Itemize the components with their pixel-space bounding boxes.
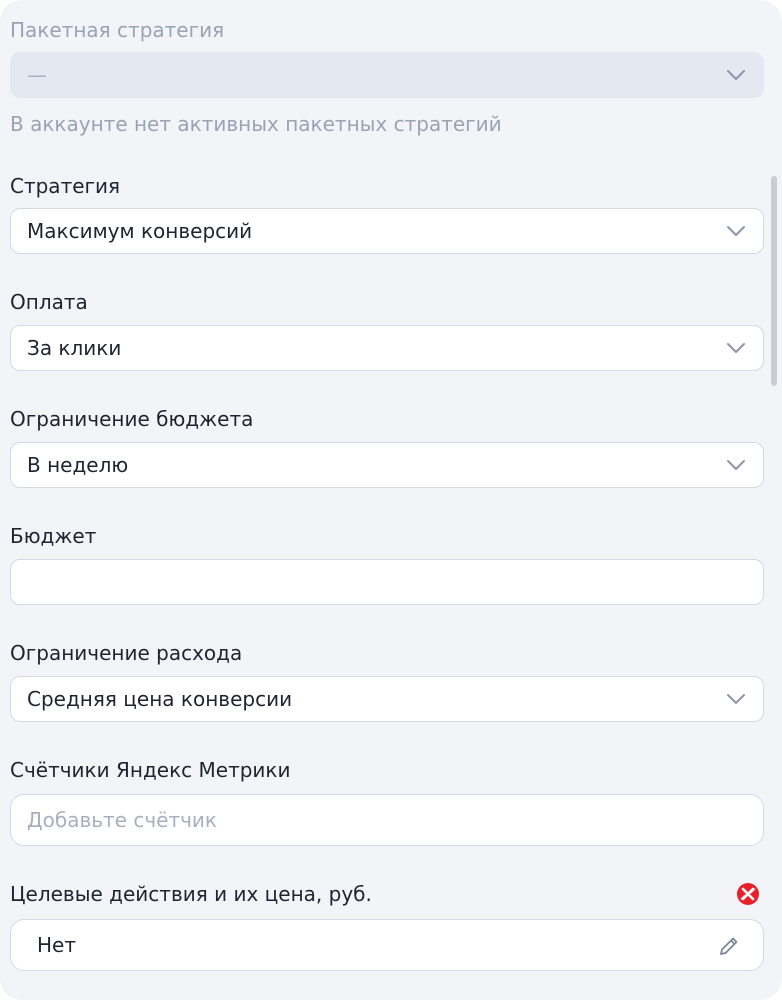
budget-limit-select[interactable]: В неделю <box>10 442 764 488</box>
budget-limit-field: Ограничение бюджета В неделю <box>10 407 764 488</box>
package-strategy-label: Пакетная стратегия <box>10 18 225 42</box>
goals-label: Целевые действия и их цена, руб. <box>10 882 372 906</box>
chevron-down-icon <box>727 70 745 80</box>
chevron-down-icon <box>727 343 745 353</box>
budget-label: Бюджет <box>10 524 97 548</box>
spend-limit-value: Средняя цена конверсии <box>27 687 293 711</box>
payment-field: Оплата За клики <box>10 290 764 371</box>
strategy-label: Стратегия <box>10 174 121 198</box>
strategy-settings-panel: Пакетная стратегия — В аккаунте нет акти… <box>0 0 782 1000</box>
chevron-down-icon <box>727 460 745 470</box>
goals-value: Нет <box>37 933 76 957</box>
budget-limit-label: Ограничение бюджета <box>10 407 254 431</box>
chevron-down-icon <box>727 226 745 236</box>
spend-limit-label: Ограничение расхода <box>10 641 243 665</box>
strategy-field: Стратегия Максимум конверсий <box>10 174 764 254</box>
budget-limit-value: В неделю <box>27 453 129 477</box>
package-strategy-select[interactable]: — <box>10 52 764 98</box>
pencil-icon[interactable] <box>717 934 741 958</box>
metrica-counters-placeholder: Добавьте счётчик <box>27 808 217 832</box>
spend-limit-select[interactable]: Средняя цена конверсии <box>10 676 764 722</box>
metrica-counters-input[interactable]: Добавьте счётчик <box>10 794 764 846</box>
package-strategy-hint: В аккаунте нет активных пакетных стратег… <box>10 112 502 136</box>
scrollbar-thumb[interactable] <box>771 176 777 386</box>
goals-edit-field[interactable]: Нет <box>10 919 764 971</box>
chevron-down-icon <box>727 694 745 704</box>
goals-field: Целевые действия и их цена, руб. Нет <box>10 882 764 971</box>
budget-field: Бюджет <box>10 524 764 605</box>
payment-value: За клики <box>27 336 122 360</box>
strategy-value: Максимум конверсий <box>27 219 253 243</box>
budget-input[interactable] <box>10 559 764 605</box>
spend-limit-field: Ограничение расхода Средняя цена конверс… <box>10 641 764 722</box>
error-icon <box>737 883 759 905</box>
payment-select[interactable]: За клики <box>10 325 764 371</box>
package-strategy-value: — <box>27 63 47 87</box>
strategy-select[interactable]: Максимум конверсий <box>10 208 764 254</box>
payment-label: Оплата <box>10 290 88 314</box>
metrica-counters-label: Счётчики Яндекс Метрики <box>10 758 291 782</box>
metrica-counters-field: Счётчики Яндекс Метрики Добавьте счётчик <box>10 758 764 846</box>
package-strategy-field: Пакетная стратегия — В аккаунте нет акти… <box>10 18 764 136</box>
